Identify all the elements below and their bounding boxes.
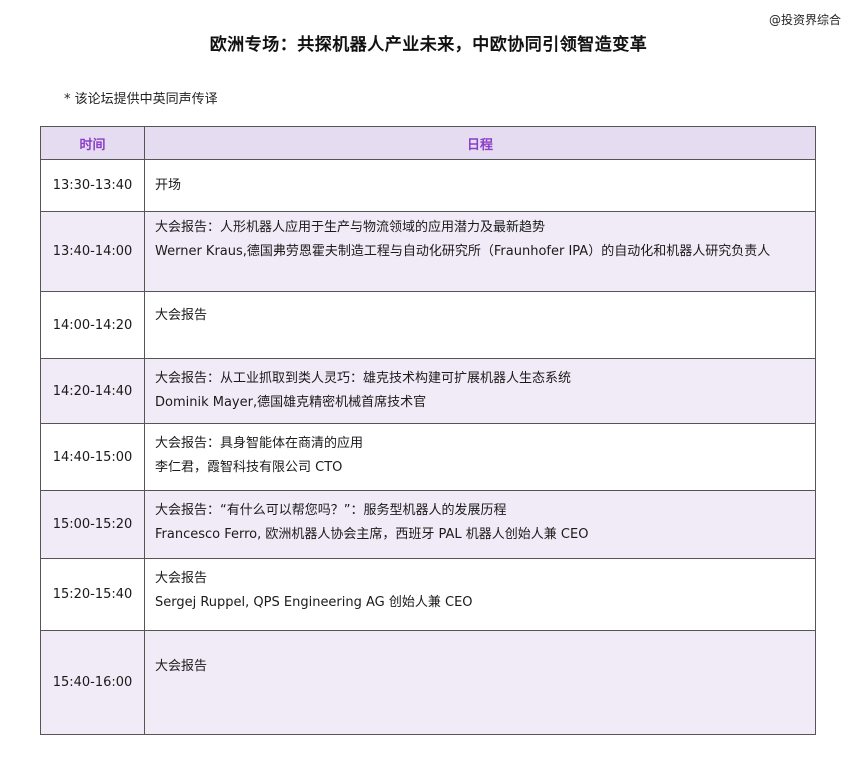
header-time: 时间 (40, 126, 145, 160)
header-schedule: 日程 (144, 126, 816, 160)
schedule-cell: 大会报告 (144, 630, 816, 735)
interpretation-note: * 该论坛提供中英同声传译 (64, 92, 218, 107)
session-speaker: Francesco Ferro, 欧洲机器人协会主席，西班牙 PAL 机器人创始… (155, 527, 589, 542)
session-title: 大会报告 (155, 659, 208, 674)
table-row: 15:00-15:20 大会报告：“有什么可以帮您吗？”：服务型机器人的发展历程… (40, 490, 816, 559)
session-title: 大会报告 (155, 308, 208, 323)
session-speaker: 李仁君，霞智科技有限公司 CTO (155, 460, 343, 475)
table-row: 14:40-15:00 大会报告：具身智能体在商清的应用 李仁君，霞智科技有限公… (40, 423, 816, 491)
session-title: 开场 (155, 177, 182, 193)
time-cell: 15:40-16:00 (40, 630, 145, 735)
table-row: 15:20-15:40 大会报告 Sergej Ruppel, QPS Engi… (40, 558, 816, 631)
session-title: 大会报告：“有什么可以帮您吗？”：服务型机器人的发展历程 (155, 503, 507, 518)
schedule-cell: 大会报告：具身智能体在商清的应用 李仁君，霞智科技有限公司 CTO (144, 423, 816, 491)
time-cell: 14:20-14:40 (40, 358, 145, 424)
time-cell: 13:30-13:40 (40, 159, 145, 212)
table-row: 13:30-13:40 开场 (40, 159, 816, 212)
session-title: 大会报告：具身智能体在商清的应用 (155, 436, 364, 451)
schedule-cell: 大会报告：人形机器人应用于生产与物流领域的应用潜力及最新趋势 Werner Kr… (144, 211, 816, 292)
session-title: 大会报告 (155, 571, 208, 586)
schedule-cell: 开场 (144, 159, 816, 212)
table-row: 14:00-14:20 大会报告 (40, 291, 816, 359)
table-header-row: 时间 日程 (40, 126, 816, 160)
table-row: 13:40-14:00 大会报告：人形机器人应用于生产与物流领域的应用潜力及最新… (40, 211, 816, 292)
time-cell: 15:00-15:20 (40, 490, 145, 559)
watermark: @投资界综合 (768, 13, 841, 27)
session-speaker: Dominik Mayer,德国雄克精密机械首席技术官 (155, 395, 427, 410)
schedule-table: 时间 日程 13:30-13:40 开场 13:40-14:00 大会报告：人形… (40, 126, 816, 735)
schedule-cell: 大会报告 (144, 291, 816, 359)
session-title: 大会报告：人形机器人应用于生产与物流领域的应用潜力及最新趋势 (155, 220, 546, 235)
table-row: 15:40-16:00 大会报告 (40, 630, 816, 735)
schedule-cell: 大会报告：从工业抓取到类人灵巧：雄克技术构建可扩展机器人生态系统 Dominik… (144, 358, 816, 424)
time-cell: 15:20-15:40 (40, 558, 145, 631)
time-cell: 14:00-14:20 (40, 291, 145, 359)
session-title: 大会报告：从工业抓取到类人灵巧：雄克技术构建可扩展机器人生态系统 (155, 371, 572, 386)
session-speaker: Sergej Ruppel, QPS Engineering AG 创始人兼 C… (155, 595, 473, 610)
schedule-cell: 大会报告 Sergej Ruppel, QPS Engineering AG 创… (144, 558, 816, 631)
schedule-cell: 大会报告：“有什么可以帮您吗？”：服务型机器人的发展历程 Francesco F… (144, 490, 816, 559)
table-row: 14:20-14:40 大会报告：从工业抓取到类人灵巧：雄克技术构建可扩展机器人… (40, 358, 816, 424)
time-cell: 13:40-14:00 (40, 211, 145, 292)
time-cell: 14:40-15:00 (40, 423, 145, 491)
page-title: 欧洲专场：共探机器人产业未来，中欧协同引领智造变革 (209, 35, 648, 55)
session-speaker: Werner Kraus,德国弗劳恩霍夫制造工程与自动化研究所（Fraunhof… (155, 244, 771, 259)
